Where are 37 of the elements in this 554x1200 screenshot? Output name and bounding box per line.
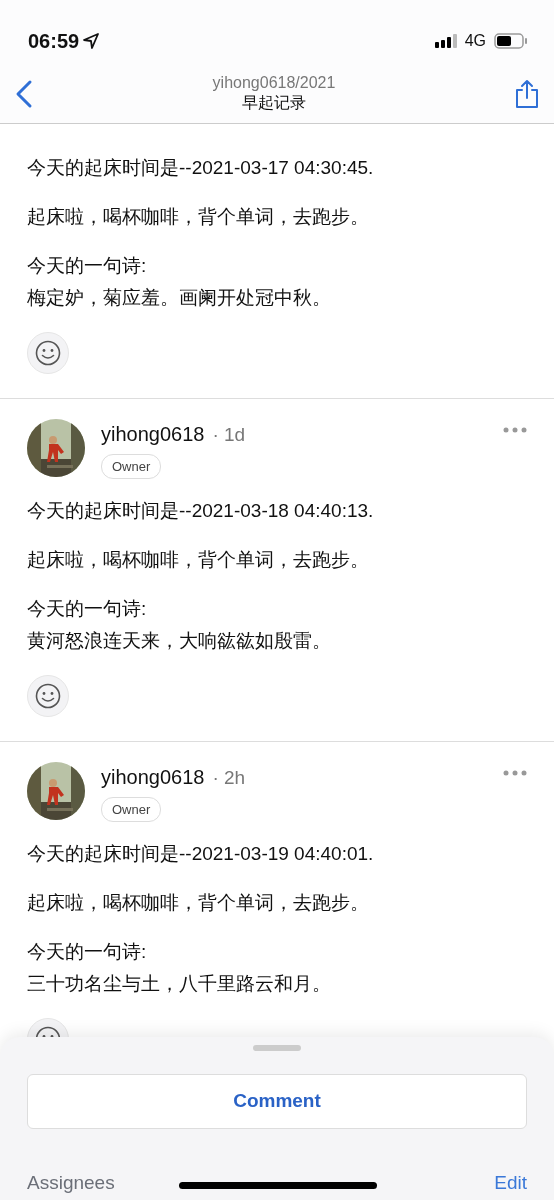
- repo-subtitle: yihong0618/2021: [211, 73, 337, 92]
- author-name[interactable]: yihong0618: [101, 419, 205, 449]
- more-icon[interactable]: [503, 427, 527, 433]
- owner-label: Owner: [101, 453, 162, 479]
- reaction-button[interactable]: [27, 675, 69, 717]
- smiley-icon: [35, 683, 61, 709]
- comment-button[interactable]: Comment: [27, 1074, 527, 1129]
- poem-text: 梅定妒，菊应羞。画阑开处冠中秋。: [27, 286, 332, 310]
- poem-text: 三十功名尘与土，八千里路云和月。: [27, 972, 332, 996]
- poem-text: 黄河怒浪连天来，大响谹谹如殷雷。: [27, 629, 332, 653]
- poem-label: 今天的一句诗:: [27, 597, 148, 621]
- poem-label: 今天的一句诗:: [27, 254, 148, 278]
- battery-icon: [494, 33, 528, 49]
- location-arrow-icon: [83, 33, 100, 49]
- comment-text: 起床啦，喝杯咖啡，背个单词，去跑步。: [27, 891, 370, 915]
- comment-text: 今天的起床时间是--2021-03-17 04:30:45.: [27, 156, 375, 180]
- more-icon[interactable]: [503, 770, 527, 776]
- share-icon[interactable]: [514, 78, 540, 109]
- author-name[interactable]: yihong0618: [101, 762, 205, 792]
- comment-text: 起床啦，喝杯咖啡，背个单词，去跑步。: [27, 548, 370, 572]
- owner-label: Owner: [101, 796, 162, 822]
- issue-title: 早起记录: [241, 92, 307, 113]
- signal-icon: [434, 34, 457, 48]
- network-label: 4G: [464, 31, 486, 51]
- comment-text: 今天的起床时间是--2021-03-18 04:40:13.: [27, 499, 375, 523]
- comment-age: · 2h: [212, 766, 246, 790]
- assignees-label: Assignees: [27, 1171, 115, 1195]
- poem-label: 今天的一句诗:: [27, 940, 148, 964]
- comment-text: 起床啦，喝杯咖啡，背个单词，去跑步。: [27, 205, 370, 229]
- comment-age: · 1d: [212, 423, 246, 447]
- reaction-button[interactable]: [27, 332, 69, 374]
- comment-text: 今天的起床时间是--2021-03-19 04:40:01.: [27, 842, 375, 866]
- edit-link[interactable]: Edit: [494, 1169, 527, 1198]
- sheet-handle[interactable]: [253, 1045, 301, 1051]
- back-icon[interactable]: [14, 78, 34, 109]
- status-time: 06:59: [28, 29, 80, 54]
- smiley-icon: [35, 340, 61, 366]
